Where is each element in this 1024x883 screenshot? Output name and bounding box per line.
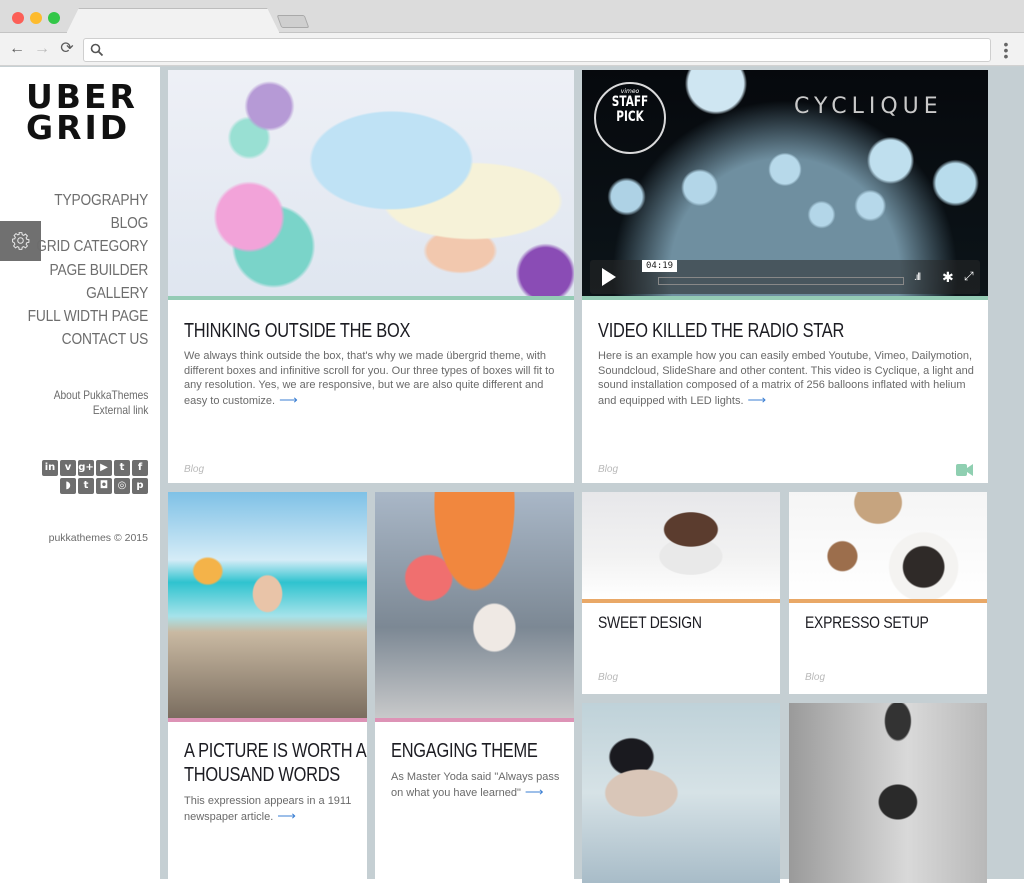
accent-bar (582, 599, 780, 603)
post-category[interactable]: Blog (184, 464, 204, 475)
post-category[interactable]: Blog (805, 672, 825, 683)
picasa-icon[interactable]: ◎ (114, 478, 130, 494)
accent-bar (582, 296, 988, 300)
post-excerpt: This expression appears in a 1911 newspa… (184, 795, 352, 823)
volume-icon[interactable]: .ıll (914, 272, 921, 283)
search-icon (90, 43, 104, 57)
post-image[interactable] (168, 492, 367, 718)
browser-tab-fill (68, 9, 278, 34)
site-logo[interactable]: UBER GRID (26, 80, 136, 147)
about-link[interactable]: About PukkaThemes (53, 388, 148, 403)
post-card-engaging-theme[interactable]: ENGAGING THEME As Master Yoda said "Alwa… (375, 492, 574, 882)
youtube-icon[interactable]: ▶ (96, 460, 112, 476)
twitter-icon[interactable]: t (114, 460, 130, 476)
accent-bar (168, 718, 367, 722)
back-button[interactable]: ← (7, 39, 27, 59)
accent-bar (168, 296, 574, 300)
post-excerpt: We always think outside the box, that's … (184, 350, 555, 407)
post-image[interactable] (582, 703, 780, 883)
logo-line-2: GRID (26, 108, 131, 147)
post-image[interactable] (789, 703, 987, 883)
post-card-sweet-design[interactable]: SWEET DESIGN Blog (582, 492, 780, 694)
post-card-image-bw[interactable] (789, 703, 987, 883)
post-card-image-tophat[interactable] (582, 703, 780, 883)
video-overlay-title: CYCLIQUE (794, 94, 943, 119)
post-card-expresso-setup[interactable]: EXPRESSO SETUP Blog (789, 492, 987, 694)
staff-pick-badge: vimeo STAFF PICK (594, 82, 666, 154)
post-image[interactable] (789, 492, 987, 599)
post-card-outside-the-box[interactable]: THINKING OUTSIDE THE BOX We always think… (168, 70, 574, 483)
video-progress-bar[interactable] (658, 277, 904, 285)
browser-window: ← → ⟳ • • • UBER GRID TYPOGRAPHY BLOG GRID… (0, 0, 1024, 883)
facebook-icon[interactable]: f (132, 460, 148, 476)
post-image[interactable] (582, 492, 780, 599)
rss-icon[interactable]: ◗ (60, 478, 76, 494)
main-nav: TYPOGRAPHY BLOG GRID CATEGORY PAGE BUILD… (8, 189, 148, 351)
post-image[interactable] (168, 70, 574, 296)
read-more-arrow-icon[interactable]: ⟶ (748, 392, 767, 407)
external-link[interactable]: External link (53, 403, 148, 418)
browser-menu-button[interactable]: • • • (1001, 37, 1011, 63)
nav-item-full-width-page[interactable]: FULL WIDTH PAGE (27, 305, 148, 328)
linkedin-icon[interactable]: in (42, 460, 58, 476)
post-category[interactable]: Blog (598, 672, 618, 683)
post-excerpt: Here is an example how you can easily em… (598, 350, 974, 407)
read-more-arrow-icon[interactable]: ⟶ (277, 808, 296, 823)
play-icon[interactable] (602, 268, 616, 286)
instagram-icon[interactable]: ◘ (96, 478, 112, 494)
new-tab-button[interactable] (276, 15, 310, 28)
address-bar[interactable] (83, 38, 991, 62)
video-player[interactable]: vimeo STAFF PICK CYCLIQUE 04:19 .ıll ✱ ⤢ (582, 70, 988, 296)
post-category[interactable]: Blog (598, 464, 618, 475)
post-title[interactable]: SWEET DESIGN (598, 611, 702, 635)
post-title[interactable]: A PICTURE IS WORTH A THOUSAND WORDS (184, 739, 367, 787)
post-title[interactable]: VIDEO KILLED THE RADIO STAR (598, 319, 844, 343)
nav-item-grid-category[interactable]: GRID CATEGORY (27, 235, 148, 258)
post-excerpt: As Master Yoda said "Always pass on what… (391, 771, 560, 799)
maximize-window-button[interactable] (48, 12, 60, 24)
copyright: pukkathemes © 2015 (48, 532, 148, 544)
secondary-links: About PukkaThemes External link (37, 388, 148, 418)
nav-item-page-builder[interactable]: PAGE BUILDER (27, 259, 148, 282)
minimize-window-button[interactable] (30, 12, 42, 24)
video-duration: 04:19 (642, 260, 678, 272)
tumblr-icon[interactable]: t (78, 478, 94, 494)
browser-toolbar: ← → ⟳ • • • (0, 33, 1024, 66)
post-image[interactable] (375, 492, 574, 718)
close-window-button[interactable] (12, 12, 24, 24)
accent-bar (375, 718, 574, 722)
nav-item-gallery[interactable]: GALLERY (27, 282, 148, 305)
read-more-arrow-icon[interactable]: ⟶ (525, 784, 544, 799)
video-camera-icon (956, 464, 973, 476)
pinterest-icon[interactable]: p (132, 478, 148, 494)
nav-item-contact-us[interactable]: CONTACT US (27, 328, 149, 351)
post-card-picture[interactable]: A PICTURE IS WORTH A THOUSAND WORDS This … (168, 492, 367, 882)
video-settings-icon[interactable]: ✱ (942, 269, 954, 286)
fullscreen-icon[interactable]: ⤢ (964, 269, 974, 284)
post-title[interactable]: THINKING OUTSIDE THE BOX (184, 319, 410, 343)
sidebar: UBER GRID TYPOGRAPHY BLOG GRID CATEGORY … (0, 67, 160, 879)
post-title[interactable]: EXPRESSO SETUP (805, 611, 929, 635)
google-plus-icon[interactable]: g+ (78, 460, 94, 476)
nav-item-typography[interactable]: TYPOGRAPHY (27, 189, 148, 212)
nav-item-blog[interactable]: BLOG (27, 212, 148, 235)
accent-bar (789, 599, 987, 603)
reload-button[interactable]: ⟳ (57, 39, 77, 59)
read-more-arrow-icon[interactable]: ⟶ (279, 392, 298, 407)
post-title[interactable]: ENGAGING THEME (391, 739, 538, 763)
forward-button[interactable]: → (32, 39, 52, 59)
page-content: UBER GRID TYPOGRAPHY BLOG GRID CATEGORY … (0, 67, 1024, 883)
vimeo-icon[interactable]: v (60, 460, 76, 476)
video-controls: 04:19 .ıll ✱ ⤢ (590, 260, 980, 294)
title-bar (0, 0, 1024, 34)
social-icons: in v g+ ▶ t f ◗ t ◘ ◎ p (28, 460, 148, 496)
post-card-video[interactable]: vimeo STAFF PICK CYCLIQUE 04:19 .ıll ✱ ⤢… (582, 70, 988, 483)
